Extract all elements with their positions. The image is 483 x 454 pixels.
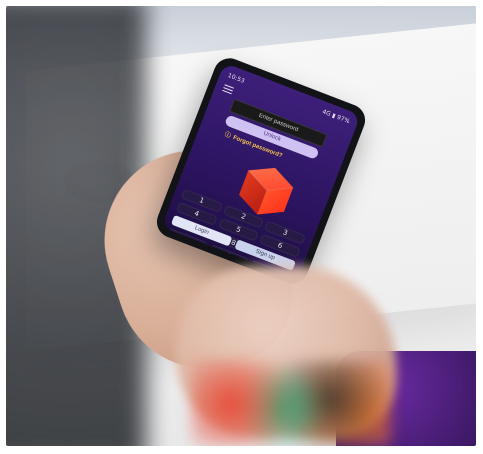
status-indicators: 4G ▮ 97% [321,108,351,126]
beaded-bracelet [191,361,391,446]
menu-icon[interactable] [222,82,235,95]
photo-frame: 10:53 4G ▮ 97% Unlock ⓘ Forgot password? [6,6,476,446]
question-icon: ⓘ [223,131,232,140]
